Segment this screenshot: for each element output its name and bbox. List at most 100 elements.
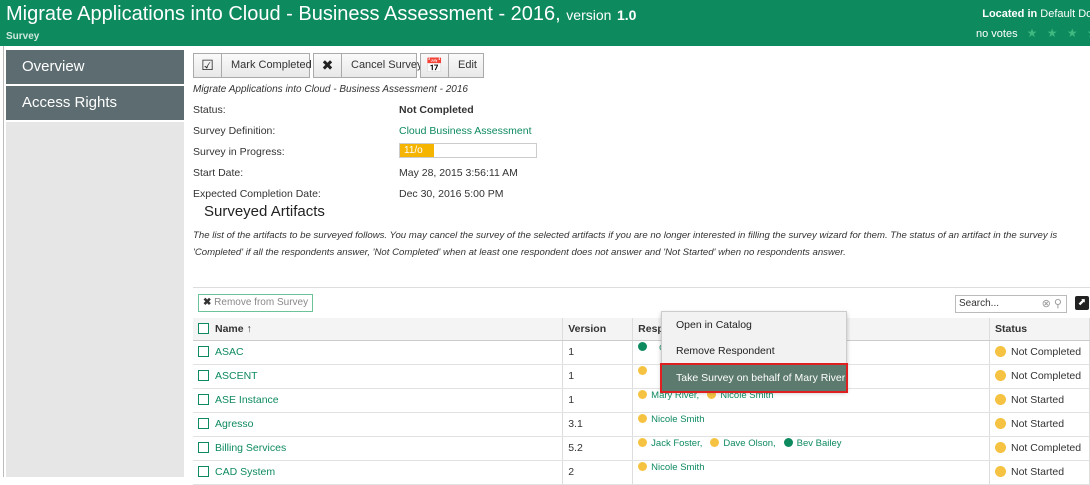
expand-icon[interactable]: ⬈	[1075, 296, 1089, 310]
respondent-name: Dave Olson,	[723, 438, 776, 449]
menu-item-open-in-catalog[interactable]: Open in Catalog	[662, 312, 846, 338]
row-checkbox[interactable]	[198, 346, 209, 357]
cancel-survey-button[interactable]: ✖ Cancel Survey	[313, 53, 423, 78]
pending-circle-icon	[638, 390, 648, 399]
row-checkbox[interactable]	[198, 394, 209, 405]
table-row[interactable]: ASCENT 1 Not Completed	[193, 364, 1090, 389]
section-description: The list of the artifacts to be surveyed…	[193, 230, 1058, 258]
page-title: Migrate Applications into Cloud - Busine…	[6, 3, 636, 26]
select-all-checkbox[interactable]	[198, 322, 209, 334]
expected-value: Dec 30, 2016 5:00 PM	[399, 188, 504, 200]
artifact-link[interactable]: ASE Instance	[215, 394, 279, 406]
pending-circle-icon	[638, 438, 648, 447]
definition-row: Survey Definition: Cloud Business Assess…	[193, 125, 793, 145]
status-dot-icon	[995, 346, 1006, 357]
status-text: Not Completed	[1011, 370, 1082, 382]
survey-title: Migrate Applications into Cloud - Busine…	[6, 3, 561, 25]
cell-respondents: Mary River, Nicole Smith	[632, 388, 990, 413]
column-header-version[interactable]: Version	[562, 318, 634, 341]
frame-divider	[3, 46, 4, 477]
menu-item-remove-respondent[interactable]: Remove Respondent	[662, 338, 846, 364]
sidebar: Overview Access Rights	[6, 50, 184, 477]
cell-status: Not Completed	[989, 364, 1090, 389]
respondent-link[interactable]: Dave Olson,	[710, 438, 776, 449]
row-checkbox[interactable]	[198, 442, 209, 453]
start-row: Start Date: May 28, 2015 3:56:11 AM	[193, 167, 793, 187]
mark-completed-button[interactable]: ☑ Mark Completed	[193, 53, 312, 78]
row-checkbox[interactable]	[198, 418, 209, 429]
pending-circle-icon	[638, 462, 648, 471]
status-text: Not Started	[1011, 466, 1065, 478]
star-rating-icon[interactable]: ★ ★ ★ ★ ★	[1027, 26, 1090, 40]
artifact-link[interactable]: ASCENT	[215, 370, 258, 382]
cell-name: ASCENT	[193, 364, 564, 389]
respondent-name: Nicole Smith	[651, 414, 705, 425]
table-row[interactable]: CAD System 2 Nicole Smith Not Started	[193, 460, 1090, 485]
artifact-link[interactable]: Agresso	[215, 418, 254, 430]
menu-item-take-survey[interactable]: Take Survey on behalf of Mary River	[662, 365, 846, 391]
cell-version: 1	[562, 388, 634, 413]
cell-status: Not Started	[989, 412, 1090, 437]
close-icon: ✖	[314, 54, 342, 77]
survey-progress-bar: 11/o	[399, 143, 537, 158]
cell-name: CAD System	[193, 460, 564, 485]
progress-row: Survey in Progress: 11/o	[193, 143, 793, 166]
cell-version: 3.1	[562, 412, 634, 437]
table-row[interactable]: Agresso 3.1 Nicole Smith Not Started	[193, 412, 1090, 437]
context-menu: Open in Catalog Remove Respondent Take S…	[660, 311, 848, 393]
search-input[interactable]: Search... ⊗ ⚲	[955, 295, 1067, 313]
table-body: ASAC1onNot CompletedASCENT1Not Completed…	[193, 340, 1090, 485]
row-checkbox[interactable]	[198, 370, 209, 381]
table-row[interactable]: ASAC1onNot Completed	[193, 340, 1090, 365]
definition-link[interactable]: Cloud Business Assessment	[399, 125, 531, 137]
table-row[interactable]: Billing Services 5.2 Jack Foster, Dave Olso…	[193, 436, 1090, 461]
cell-version: 5.2	[562, 436, 634, 461]
cell-name: Agresso	[193, 412, 564, 437]
table-row[interactable]: ASE Instance 1 Mary River, Nicole Smith Not …	[193, 388, 1090, 413]
artifact-link[interactable]: Billing Services	[215, 442, 286, 454]
respondent-name: Mary River,	[651, 390, 700, 401]
column-header-name[interactable]: Name ↑	[193, 318, 564, 341]
edit-label: Edit	[458, 59, 477, 71]
respondent-link[interactable]: Nicole Smith	[707, 390, 774, 401]
artifacts-table: Name ↑ Version Resp Status ASAC1onNot Co…	[193, 318, 1090, 485]
respondent-link[interactable]: Nicole Smith	[638, 414, 704, 425]
sidebar-item-overview[interactable]: Overview	[6, 50, 184, 86]
search-icon[interactable]: ⊗ ⚲	[1042, 296, 1062, 312]
pending-circle-icon	[638, 366, 648, 375]
status-row: Status: Not Completed	[193, 104, 793, 124]
artifact-link[interactable]: ASAC	[215, 346, 244, 358]
column-header-status[interactable]: Status	[989, 318, 1090, 341]
respondent-link[interactable]: Jack Foster,	[638, 438, 702, 449]
sidebar-item-access-rights[interactable]: Access Rights	[6, 86, 184, 122]
respondent-link[interactable]: Nicole Smith	[638, 462, 704, 473]
respondent-link[interactable]: Bev Bailey	[783, 438, 842, 449]
respondent-link[interactable]	[638, 342, 651, 353]
located-in-link[interactable]: Default Domai	[1040, 8, 1090, 20]
grid-divider	[193, 287, 1090, 288]
start-label: Start Date:	[193, 167, 244, 179]
row-checkbox[interactable]	[198, 466, 209, 477]
cancel-survey-label: Cancel Survey	[351, 59, 423, 71]
status-dot-icon	[995, 442, 1006, 453]
respondent-name: Bev Bailey	[796, 438, 842, 449]
respondent-name: Jack Foster,	[651, 438, 703, 449]
page-subtitle: Survey	[6, 31, 40, 42]
section-title: Surveyed Artifacts	[204, 203, 325, 220]
version-label: version	[566, 7, 612, 23]
start-value: May 28, 2015 3:56:11 AM	[399, 167, 518, 179]
respondent-link[interactable]	[638, 366, 651, 377]
cell-name: ASE Instance	[193, 388, 564, 413]
cell-version: 1	[562, 340, 634, 365]
remove-from-survey-button[interactable]: ✖ Remove from Survey	[198, 294, 314, 312]
cell-status: Not Completed	[989, 340, 1090, 365]
cell-name: ASAC	[193, 340, 564, 365]
status-dot-icon	[995, 418, 1006, 429]
location-info: Located in Default Domai	[982, 8, 1090, 20]
artifact-link[interactable]: CAD System	[215, 466, 275, 478]
status-dot-icon	[995, 466, 1006, 477]
respondent-link[interactable]: Mary River,	[638, 390, 699, 401]
status-text: Not Completed	[1011, 346, 1082, 358]
version-number: 1.0	[617, 7, 637, 23]
edit-button[interactable]: 📅 Edit	[420, 53, 484, 78]
